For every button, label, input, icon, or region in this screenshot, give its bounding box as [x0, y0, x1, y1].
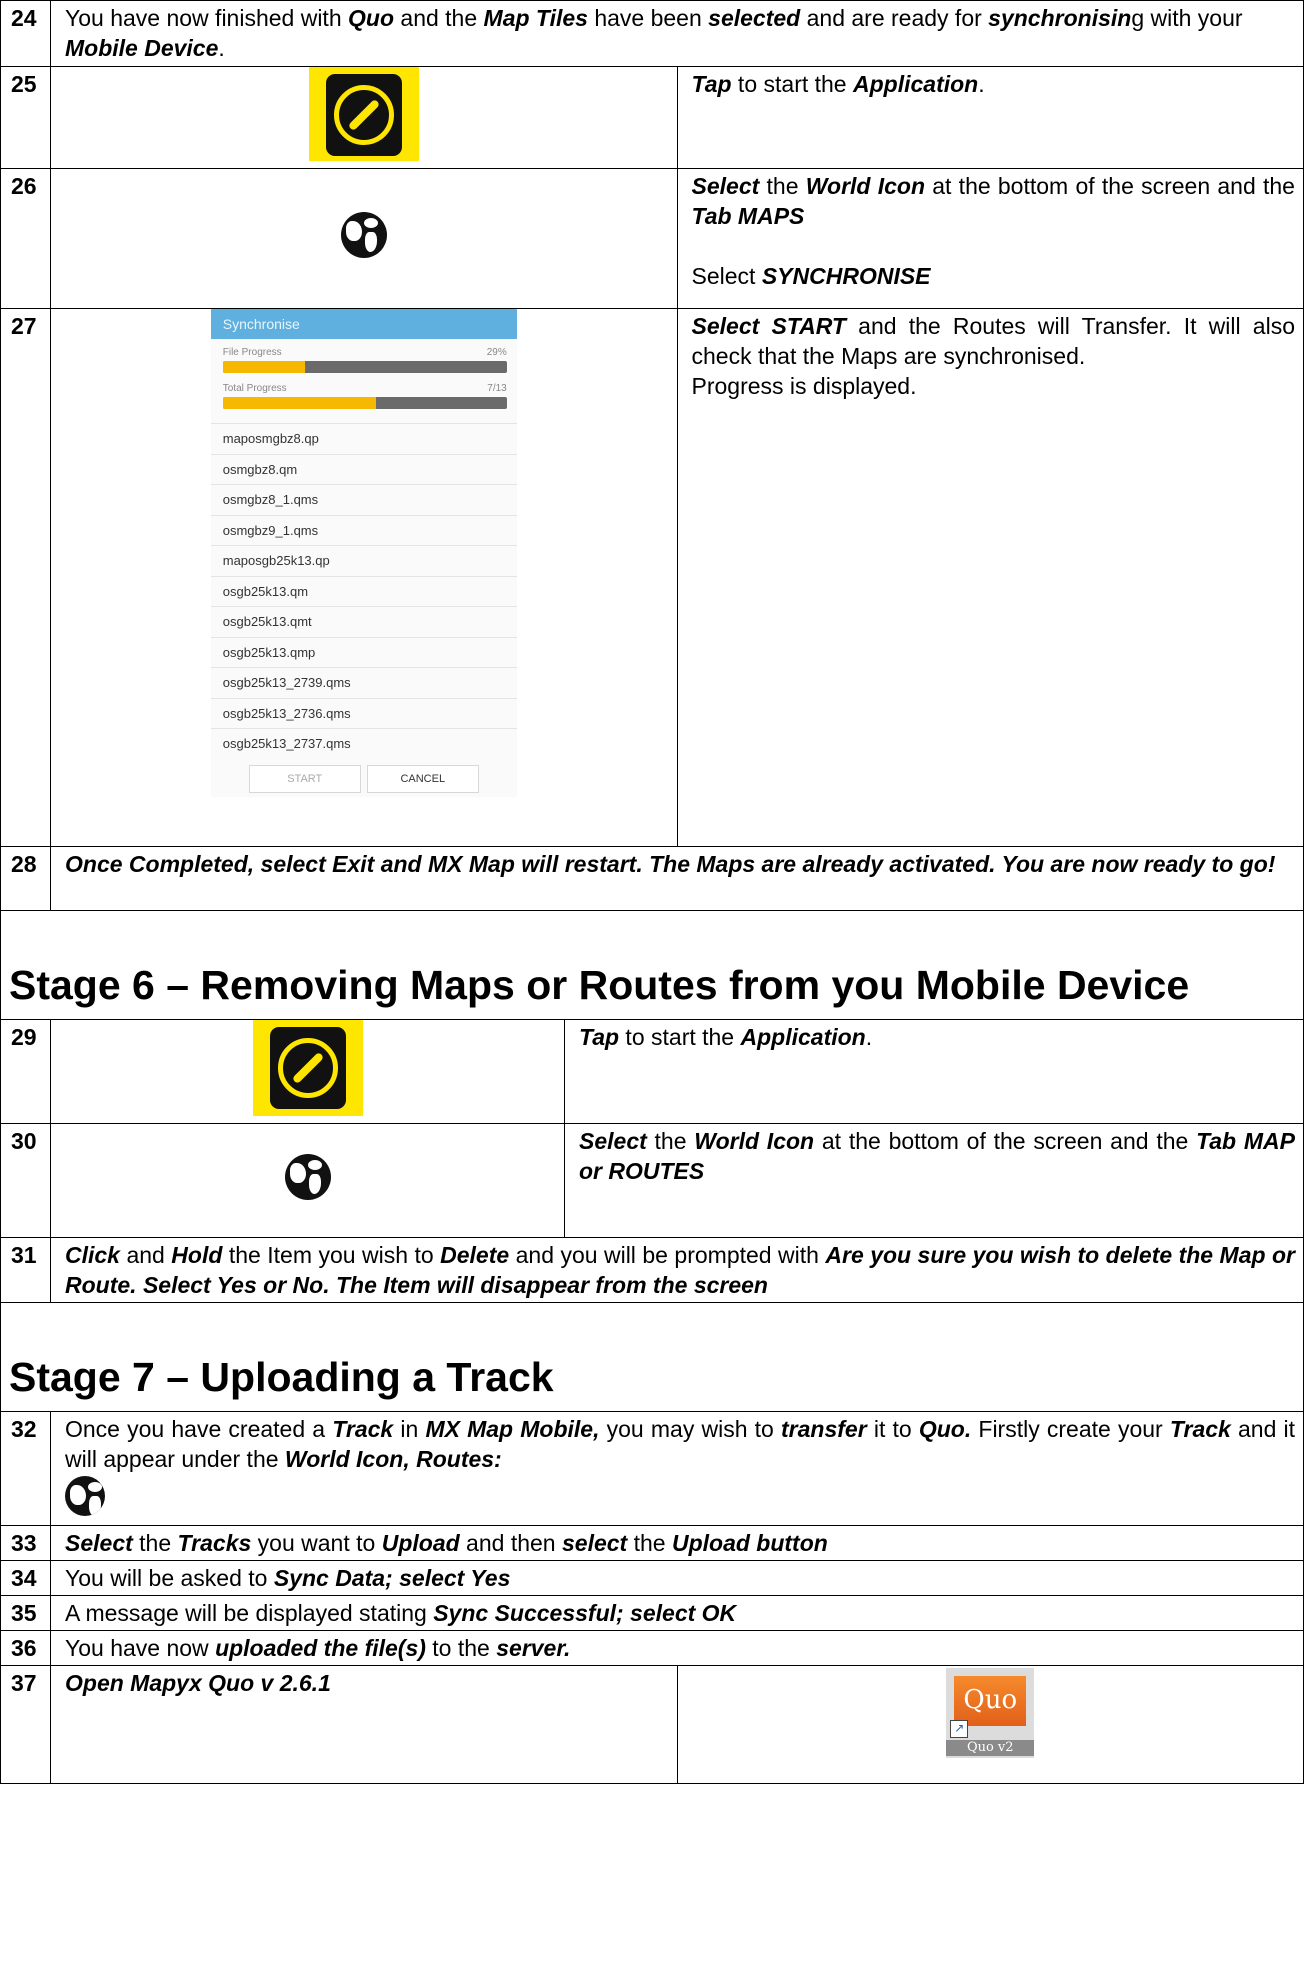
file-progress-fill — [222, 361, 306, 373]
globe-icon — [284, 1154, 331, 1200]
step-text: Once you have created a Track in MX Map … — [50, 1411, 1304, 1526]
stage-6-heading: Stage 6 – Removing Maps or Routes from y… — [9, 962, 1190, 1008]
step-29: 29 Tap to start the Application. — [0, 1019, 1304, 1124]
step-33: 33 Select the Tracks you want to Upload … — [0, 1525, 1304, 1561]
file-progress-label: File Progress — [222, 347, 282, 358]
step-image-cell — [50, 1019, 565, 1124]
file-list-item: osgb25k13.qmp — [210, 636, 517, 668]
step-text: Tap to start the Application. — [564, 1019, 1304, 1124]
step-37: 37 Open Mapyx Quo v 2.6.1 Quo ↗ Quo v2 — [0, 1665, 1304, 1784]
step-text: Select the World Icon at the bottom of t… — [676, 168, 1304, 309]
step-text: Tap to start the Application. — [676, 66, 1304, 169]
step-number: 26 — [0, 168, 51, 309]
step-text: Click and Hold the Item you wish to Dele… — [50, 1237, 1304, 1303]
step-text: You will be asked to Sync Data; select Y… — [50, 1560, 1304, 1596]
step-text: A message will be displayed stating Sync… — [50, 1595, 1304, 1631]
cancel-button[interactable]: CANCEL — [366, 764, 479, 793]
file-list-item: maposmgbz8.qp — [210, 423, 517, 454]
step-number: 33 — [0, 1525, 51, 1561]
compass-app-icon — [308, 67, 419, 161]
step-number: 28 — [0, 846, 51, 911]
step-text: Once Completed, select Exit and MX Map w… — [50, 846, 1304, 911]
file-list: maposmgbz8.qp osmgbz8.qm osmgbz8_1.qms osmg… — [210, 423, 517, 759]
step-27: 27 Synchronise File Progress 29% Total Pr… — [0, 308, 1304, 847]
step-text: Select the Tracks you want to Upload and… — [50, 1525, 1304, 1561]
file-list-item: osmgbz8.qm — [210, 453, 517, 485]
step-24: 24 You have now finished with Quo and th… — [0, 0, 1304, 67]
step-30: 30 Select the World Icon at the bottom o… — [0, 1123, 1304, 1238]
sync-title-bar: Synchronise — [210, 309, 517, 339]
step-image-cell: Quo ↗ Quo v2 — [676, 1665, 1304, 1784]
total-progress-bar — [222, 397, 507, 409]
step-number: 27 — [0, 308, 51, 847]
steps-table-top: 24 You have now finished with Quo and th… — [0, 0, 1304, 911]
step-number: 37 — [0, 1665, 51, 1784]
step-36: 36 You have now uploaded the file(s) to … — [0, 1630, 1304, 1666]
file-list-item: osmgbz8_1.qms — [210, 484, 517, 515]
progress-panel: File Progress 29% Total Progress 7/13 — [211, 339, 517, 423]
sync-buttons: START CANCEL — [211, 759, 517, 797]
step-number: 24 — [0, 0, 51, 67]
step-image-cell — [50, 1123, 565, 1238]
step-number: 35 — [0, 1595, 51, 1631]
stage-6-heading-box: Stage 6 – Removing Maps or Routes from y… — [0, 911, 1304, 1019]
step-32: 32 Once you have created a Track in MX M… — [0, 1411, 1304, 1526]
file-list-item: maposgb25k13.qp — [210, 545, 517, 576]
steps-table-stage7: 32 Once you have created a Track in MX M… — [0, 1411, 1304, 1784]
file-progress-value: 29% — [486, 347, 507, 358]
step-28: 28 Once Completed, select Exit and MX Ma… — [0, 846, 1304, 911]
compass-app-icon — [252, 1020, 363, 1116]
step-text: Open Mapyx Quo v 2.6.1 — [50, 1665, 678, 1784]
step-image-cell — [50, 168, 678, 309]
step-number: 31 — [0, 1237, 51, 1303]
step-text: You have now uploaded the file(s) to the… — [50, 1630, 1304, 1666]
file-list-item: osgb25k13_2737.qms — [210, 728, 517, 759]
step-image-cell: Synchronise File Progress 29% Total Progr… — [50, 308, 678, 847]
step-31: 31 Click and Hold the Item you wish to D… — [0, 1237, 1304, 1303]
step-number: 29 — [0, 1019, 51, 1124]
step-35: 35 A message will be displayed stating S… — [0, 1595, 1304, 1631]
total-progress-value: 7/13 — [487, 383, 507, 394]
total-progress-fill — [222, 397, 376, 409]
step-number: 34 — [0, 1560, 51, 1596]
file-list-item: osmgbz9_1.qms — [210, 514, 517, 546]
document-page: 24 You have now finished with Quo and th… — [0, 0, 1304, 1784]
step-text: You have now finished with Quo and the M… — [50, 0, 1304, 67]
step-number: 36 — [0, 1630, 51, 1666]
step-image-cell — [50, 66, 678, 169]
globe-icon — [340, 212, 387, 258]
stage-7-heading-box: Stage 7 – Uploading a Track — [0, 1303, 1304, 1411]
file-list-item: osgb25k13.qmt — [210, 606, 517, 637]
start-button[interactable]: START — [248, 764, 361, 793]
stage-7-heading: Stage 7 – Uploading a Track — [9, 1354, 554, 1400]
file-progress-bar — [222, 361, 507, 373]
step-number: 30 — [0, 1123, 51, 1238]
steps-table-stage6: 29 Tap to start the Application. 30 Sele… — [0, 1019, 1304, 1303]
step-text: Select START and the Routes will Transfe… — [676, 308, 1304, 847]
step-34: 34 You will be asked to Sync Data; selec… — [0, 1560, 1304, 1596]
sync-screen: Synchronise File Progress 29% Total Progr… — [210, 309, 517, 797]
file-list-item: osgb25k13.qm — [210, 575, 517, 607]
step-25: 25 Tap to start the Application. — [0, 66, 1304, 169]
quo-shortcut-icon: Quo ↗ Quo v2 — [946, 1668, 1035, 1758]
step-number: 25 — [0, 66, 51, 169]
step-number: 32 — [0, 1411, 51, 1526]
step-26: 26 Select the World Icon at the bottom o… — [0, 168, 1304, 309]
step-text: Select the World Icon at the bottom of t… — [564, 1123, 1304, 1238]
total-progress-label: Total Progress — [222, 383, 287, 394]
file-list-item: osgb25k13_2736.qms — [210, 697, 517, 729]
file-list-item: osgb25k13_2739.qms — [210, 667, 517, 698]
globe-icon — [65, 1476, 105, 1516]
